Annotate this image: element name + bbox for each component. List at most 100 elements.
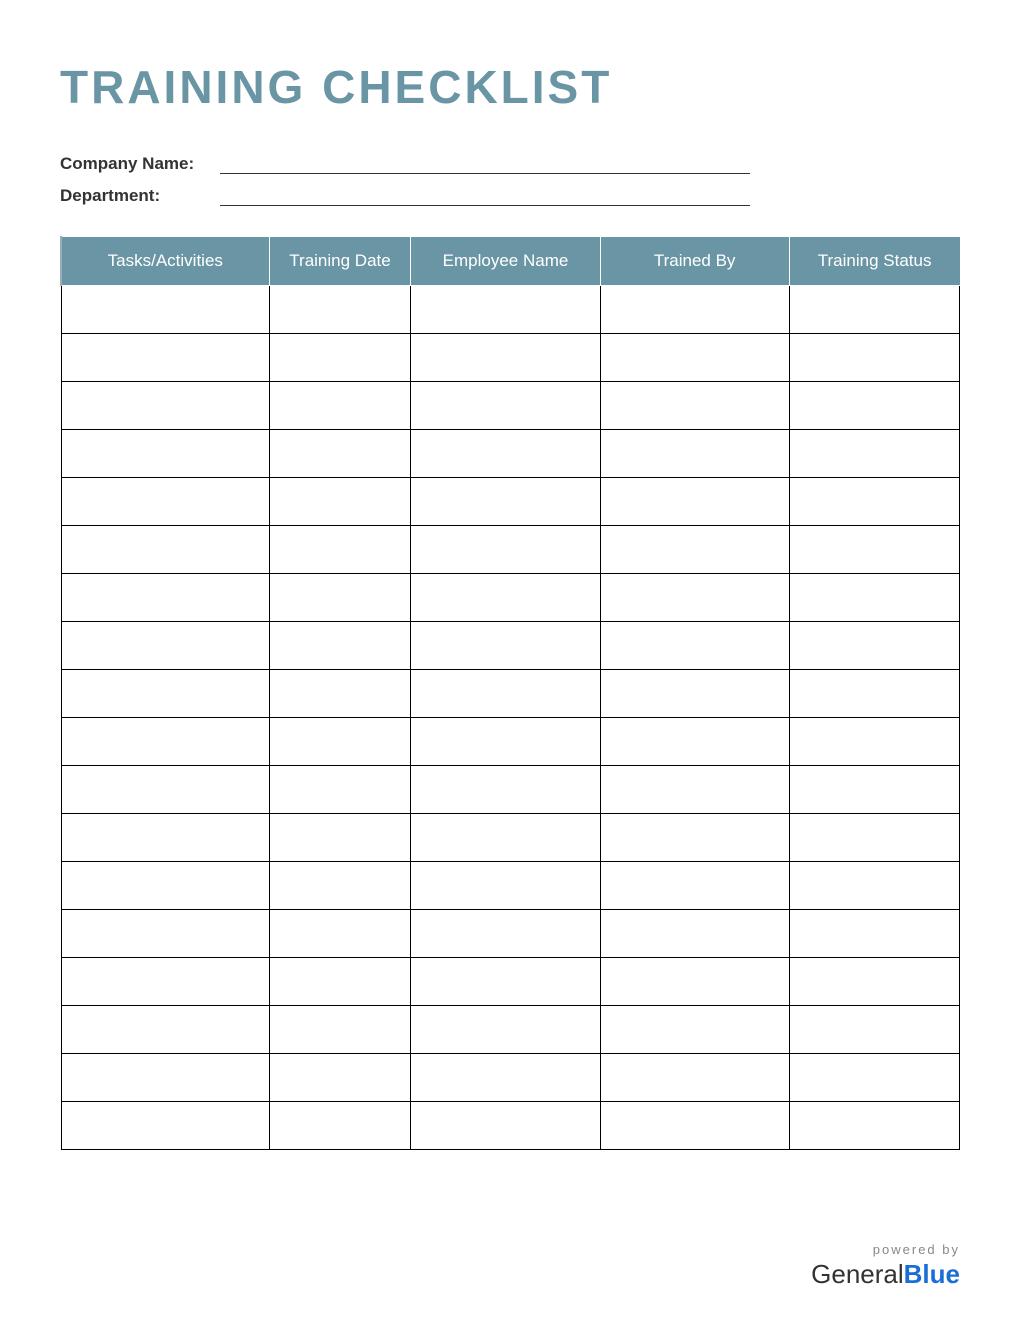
cell-status[interactable] xyxy=(789,478,959,526)
cell-trained_by[interactable] xyxy=(600,814,789,862)
cell-status[interactable] xyxy=(789,958,959,1006)
cell-trained_by[interactable] xyxy=(600,766,789,814)
cell-employee[interactable] xyxy=(411,718,600,766)
cell-employee[interactable] xyxy=(411,430,600,478)
cell-tasks[interactable] xyxy=(61,910,269,958)
cell-tasks[interactable] xyxy=(61,1102,269,1150)
cell-employee[interactable] xyxy=(411,478,600,526)
cell-status[interactable] xyxy=(789,622,959,670)
table-row xyxy=(61,430,960,478)
cell-date[interactable] xyxy=(269,286,411,334)
cell-date[interactable] xyxy=(269,718,411,766)
table-row xyxy=(61,1102,960,1150)
cell-status[interactable] xyxy=(789,814,959,862)
cell-date[interactable] xyxy=(269,526,411,574)
cell-tasks[interactable] xyxy=(61,1054,269,1102)
cell-trained_by[interactable] xyxy=(600,1054,789,1102)
cell-employee[interactable] xyxy=(411,814,600,862)
cell-status[interactable] xyxy=(789,718,959,766)
cell-tasks[interactable] xyxy=(61,574,269,622)
table-row xyxy=(61,718,960,766)
cell-employee[interactable] xyxy=(411,862,600,910)
cell-tasks[interactable] xyxy=(61,622,269,670)
cell-date[interactable] xyxy=(269,766,411,814)
cell-trained_by[interactable] xyxy=(600,862,789,910)
cell-employee[interactable] xyxy=(411,670,600,718)
cell-status[interactable] xyxy=(789,334,959,382)
cell-trained_by[interactable] xyxy=(600,670,789,718)
cell-employee[interactable] xyxy=(411,526,600,574)
cell-date[interactable] xyxy=(269,622,411,670)
cell-tasks[interactable] xyxy=(61,1006,269,1054)
cell-employee[interactable] xyxy=(411,1054,600,1102)
cell-status[interactable] xyxy=(789,430,959,478)
cell-trained_by[interactable] xyxy=(600,478,789,526)
cell-date[interactable] xyxy=(269,574,411,622)
cell-status[interactable] xyxy=(789,382,959,430)
cell-status[interactable] xyxy=(789,1006,959,1054)
cell-trained_by[interactable] xyxy=(600,718,789,766)
cell-trained_by[interactable] xyxy=(600,574,789,622)
cell-tasks[interactable] xyxy=(61,814,269,862)
cell-date[interactable] xyxy=(269,910,411,958)
cell-date[interactable] xyxy=(269,670,411,718)
cell-date[interactable] xyxy=(269,958,411,1006)
cell-status[interactable] xyxy=(789,766,959,814)
cell-status[interactable] xyxy=(789,1102,959,1150)
cell-employee[interactable] xyxy=(411,286,600,334)
cell-tasks[interactable] xyxy=(61,526,269,574)
cell-tasks[interactable] xyxy=(61,430,269,478)
cell-date[interactable] xyxy=(269,1054,411,1102)
cell-date[interactable] xyxy=(269,1102,411,1150)
cell-trained_by[interactable] xyxy=(600,334,789,382)
cell-employee[interactable] xyxy=(411,766,600,814)
cell-tasks[interactable] xyxy=(61,670,269,718)
cell-trained_by[interactable] xyxy=(600,430,789,478)
cell-status[interactable] xyxy=(789,286,959,334)
cell-tasks[interactable] xyxy=(61,286,269,334)
cell-trained_by[interactable] xyxy=(600,526,789,574)
cell-tasks[interactable] xyxy=(61,718,269,766)
cell-tasks[interactable] xyxy=(61,958,269,1006)
cell-employee[interactable] xyxy=(411,574,600,622)
cell-employee[interactable] xyxy=(411,910,600,958)
company-name-input-line[interactable] xyxy=(220,154,750,174)
cell-status[interactable] xyxy=(789,670,959,718)
cell-tasks[interactable] xyxy=(61,382,269,430)
cell-employee[interactable] xyxy=(411,1006,600,1054)
cell-employee[interactable] xyxy=(411,622,600,670)
cell-trained_by[interactable] xyxy=(600,1102,789,1150)
cell-status[interactable] xyxy=(789,1054,959,1102)
cell-date[interactable] xyxy=(269,430,411,478)
cell-date[interactable] xyxy=(269,814,411,862)
cell-status[interactable] xyxy=(789,574,959,622)
cell-date[interactable] xyxy=(269,478,411,526)
table-header-row: Tasks/Activities Training Date Employee … xyxy=(61,237,960,286)
cell-employee[interactable] xyxy=(411,1102,600,1150)
cell-status[interactable] xyxy=(789,910,959,958)
cell-tasks[interactable] xyxy=(61,862,269,910)
cell-tasks[interactable] xyxy=(61,334,269,382)
cell-date[interactable] xyxy=(269,382,411,430)
col-header-tasks: Tasks/Activities xyxy=(61,237,269,286)
cell-trained_by[interactable] xyxy=(600,622,789,670)
department-input-line[interactable] xyxy=(220,186,750,206)
cell-tasks[interactable] xyxy=(61,478,269,526)
cell-employee[interactable] xyxy=(411,334,600,382)
cell-employee[interactable] xyxy=(411,382,600,430)
table-row xyxy=(61,766,960,814)
cell-date[interactable] xyxy=(269,862,411,910)
cell-employee[interactable] xyxy=(411,958,600,1006)
cell-status[interactable] xyxy=(789,526,959,574)
cell-trained_by[interactable] xyxy=(600,286,789,334)
cell-trained_by[interactable] xyxy=(600,910,789,958)
company-name-row: Company Name: xyxy=(60,154,960,174)
cell-status[interactable] xyxy=(789,862,959,910)
cell-trained_by[interactable] xyxy=(600,1006,789,1054)
cell-trained_by[interactable] xyxy=(600,382,789,430)
department-row: Department: xyxy=(60,186,960,206)
cell-date[interactable] xyxy=(269,1006,411,1054)
cell-tasks[interactable] xyxy=(61,766,269,814)
cell-trained_by[interactable] xyxy=(600,958,789,1006)
cell-date[interactable] xyxy=(269,334,411,382)
